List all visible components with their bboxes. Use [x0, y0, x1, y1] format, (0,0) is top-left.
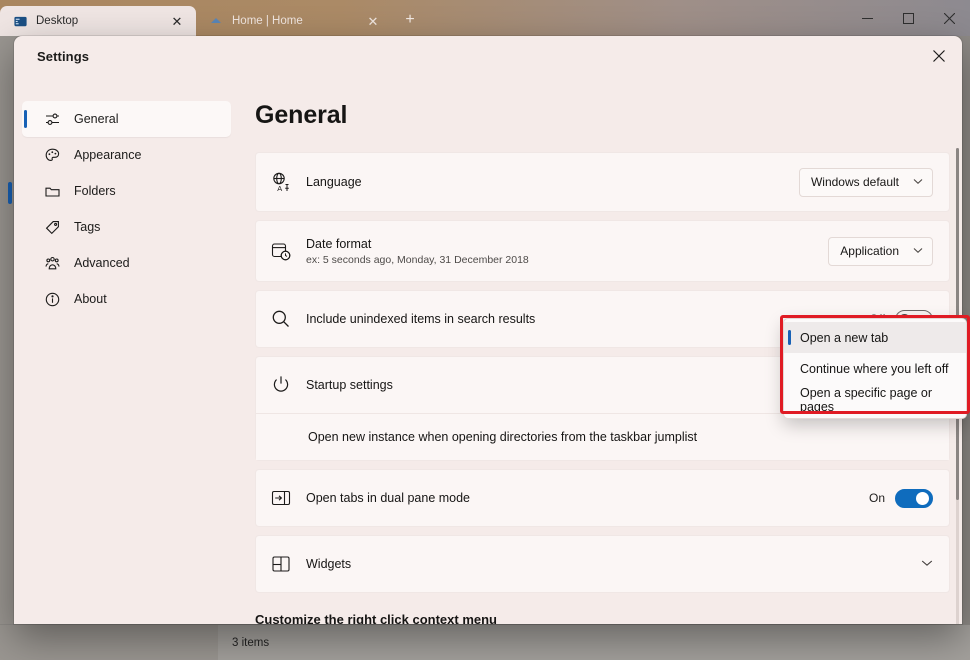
close-icon[interactable]: ✕ — [362, 10, 384, 32]
info-icon — [44, 291, 61, 308]
toggle-knob — [916, 492, 929, 505]
settings-title-bar: Settings — [14, 36, 962, 76]
dual-pane-toggle[interactable] — [895, 489, 933, 508]
setting-label: Widgets — [306, 557, 921, 571]
palette-icon — [44, 147, 61, 164]
language-value: Windows default — [811, 175, 899, 189]
tab-desktop[interactable]: Desktop ✕ — [0, 6, 196, 36]
people-icon — [44, 255, 61, 272]
sidebar-item-label: About — [74, 292, 107, 306]
chevron-down-icon — [913, 177, 923, 187]
dropdown-option-continue-where-left-off[interactable]: Continue where you left off — [784, 353, 966, 384]
dropdown-option-label: Open a new tab — [800, 331, 888, 345]
sidebar-item-label: Appearance — [74, 148, 141, 162]
chevron-down-icon[interactable] — [921, 558, 933, 570]
setting-label: Open tabs in dual pane mode — [306, 491, 869, 505]
date-format-dropdown[interactable]: Application — [828, 237, 933, 266]
new-tab-button[interactable]: + — [396, 6, 424, 34]
sidebar-item-general[interactable]: General — [22, 101, 231, 137]
dual-pane-icon — [270, 487, 292, 509]
sidebar-item-tags[interactable]: Tags — [22, 209, 231, 245]
startup-settings-dropdown-menu[interactable]: Open a new tab Continue where you left o… — [783, 318, 967, 419]
setting-card-dual-pane: Open tabs in dual pane mode On — [255, 469, 950, 527]
title-bar: Desktop ✕ Home | Home ✕ + — [0, 0, 970, 36]
power-icon — [270, 374, 292, 396]
dropdown-option-label: Continue where you left off — [800, 362, 948, 376]
background-status-left — [0, 624, 218, 660]
dropdown-option-open-new-tab[interactable]: Open a new tab — [784, 322, 966, 353]
tab-label: Desktop — [36, 15, 158, 27]
settings-sidebar: General Appearance Folders — [14, 76, 239, 624]
section-heading: Customize the right click context menu — [255, 612, 950, 624]
sidebar-item-label: Advanced — [74, 256, 130, 270]
page-title: General — [255, 101, 962, 130]
sidebar-item-label: General — [74, 112, 118, 126]
sliders-icon — [44, 111, 61, 128]
dual-pane-state-label: On — [869, 491, 885, 505]
settings-close-button[interactable] — [916, 36, 962, 76]
background-status-bar: 3 items — [218, 624, 970, 660]
sidebar-item-label: Folders — [74, 184, 116, 198]
settings-title: Settings — [37, 49, 89, 64]
startup-jumplist-option[interactable]: Open new instance when opening directori… — [256, 414, 949, 460]
tag-icon — [44, 219, 61, 236]
language-dropdown[interactable]: Windows default — [799, 168, 933, 197]
folder-icon — [44, 183, 61, 200]
chevron-up-icon — [208, 13, 224, 29]
maximize-button[interactable] — [888, 0, 929, 36]
chevron-down-icon — [913, 246, 923, 256]
dropdown-option-label: Open a specific page or pages — [800, 386, 966, 414]
setting-description: ex: 5 seconds ago, Monday, 31 December 2… — [306, 254, 828, 266]
sidebar-item-advanced[interactable]: Advanced — [22, 245, 231, 281]
widgets-icon — [270, 553, 292, 575]
language-globe-icon: A — [270, 171, 292, 193]
close-icon[interactable]: ✕ — [166, 10, 188, 32]
tab-label: Home | Home — [232, 15, 354, 27]
tab-home[interactable]: Home | Home ✕ — [196, 6, 392, 36]
svg-text:A: A — [277, 184, 282, 193]
calendar-clock-icon — [270, 240, 292, 262]
window-controls — [847, 0, 970, 36]
setting-label: Open new instance when opening directori… — [308, 430, 697, 444]
minimize-button[interactable] — [847, 0, 888, 36]
setting-card-date-format: Date format ex: 5 seconds ago, Monday, 3… — [255, 220, 950, 282]
setting-label: Language — [306, 175, 799, 189]
sidebar-item-folders[interactable]: Folders — [22, 173, 231, 209]
item-count-label: 3 items — [232, 637, 269, 649]
sidebar-selection-indicator — [8, 182, 12, 204]
date-format-value: Application — [840, 244, 899, 258]
sidebar-item-appearance[interactable]: Appearance — [22, 137, 231, 173]
setting-label: Date format — [306, 237, 828, 251]
window-close-button[interactable] — [929, 0, 970, 36]
setting-card-widgets[interactable]: Widgets — [255, 535, 950, 593]
desktop-icon — [12, 13, 28, 29]
sidebar-item-label: Tags — [74, 220, 100, 234]
setting-card-language: A Language Windows default — [255, 152, 950, 212]
sidebar-item-about[interactable]: About — [22, 281, 231, 317]
dropdown-option-specific-page[interactable]: Open a specific page or pages — [784, 384, 966, 415]
search-icon — [270, 308, 292, 330]
tab-strip: Desktop ✕ Home | Home ✕ + — [0, 0, 424, 36]
